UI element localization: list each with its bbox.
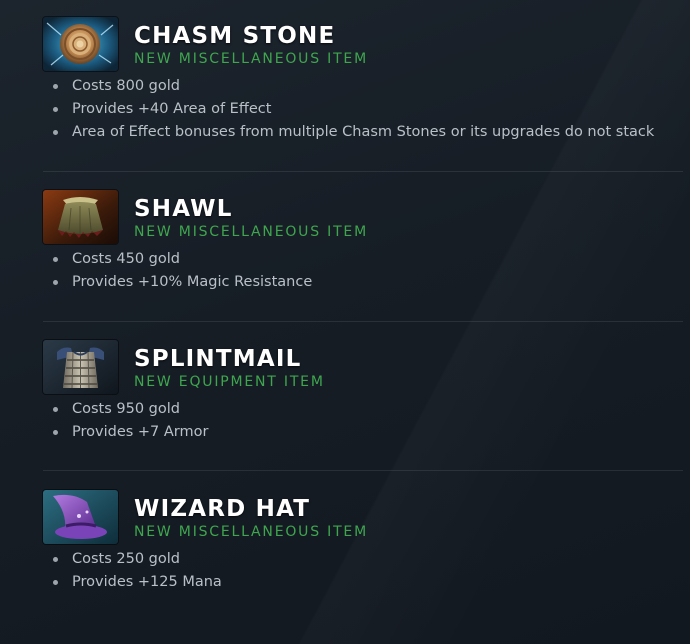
patch-notes-panel: CHASM STONE NEW MISCELLANEOUS ITEM Costs… [0,0,690,644]
divider [43,321,683,322]
item-titles: CHASM STONE NEW MISCELLANEOUS ITEM [134,17,368,68]
item-header: SPLINTMAIL NEW EQUIPMENT ITEM [43,340,683,394]
list-item: Provides +10% Magic Resistance [43,271,683,294]
list-item: Provides +125 Mana [43,571,683,594]
item-type-tag: NEW MISCELLANEOUS ITEM [134,51,368,67]
list-item: Costs 800 gold [43,75,683,98]
item-header: CHASM STONE NEW MISCELLANEOUS ITEM [43,17,683,71]
item-name: SPLINTMAIL [134,346,302,372]
divider [43,470,683,471]
item-bullet-list: Costs 800 gold Provides +40 Area of Effe… [43,75,683,144]
item-entry-wizard-hat: WIZARD HAT NEW MISCELLANEOUS ITEM Costs … [43,490,683,594]
item-type-tag: NEW MISCELLANEOUS ITEM [134,524,368,540]
list-item: Area of Effect bonuses from multiple Cha… [43,121,683,144]
list-item: Costs 450 gold [43,248,683,271]
chasm-stone-icon [43,17,118,71]
wizard-hat-icon [43,490,118,544]
list-item: Costs 950 gold [43,398,683,421]
item-bullet-list: Costs 250 gold Provides +125 Mana [43,548,683,594]
item-titles: SPLINTMAIL NEW EQUIPMENT ITEM [134,340,325,391]
item-titles: SHAWL NEW MISCELLANEOUS ITEM [134,190,368,241]
list-item: Provides +40 Area of Effect [43,98,683,121]
divider [43,171,683,172]
item-type-tag: NEW MISCELLANEOUS ITEM [134,224,368,240]
list-item: Provides +7 Armor [43,421,683,444]
item-bullet-list: Costs 950 gold Provides +7 Armor [43,398,683,444]
item-name: WIZARD HAT [134,496,311,522]
item-entry-splintmail: SPLINTMAIL NEW EQUIPMENT ITEM Costs 950 … [43,340,683,444]
item-entry-shawl: SHAWL NEW MISCELLANEOUS ITEM Costs 450 g… [43,190,683,294]
item-name: SHAWL [134,196,233,222]
item-bullet-list: Costs 450 gold Provides +10% Magic Resis… [43,248,683,294]
item-header: SHAWL NEW MISCELLANEOUS ITEM [43,190,683,244]
list-item: Costs 250 gold [43,548,683,571]
item-entry-chasm-stone: CHASM STONE NEW MISCELLANEOUS ITEM Costs… [43,17,683,144]
item-type-tag: NEW EQUIPMENT ITEM [134,374,325,390]
splintmail-icon [43,340,118,394]
item-name: CHASM STONE [134,23,336,49]
item-titles: WIZARD HAT NEW MISCELLANEOUS ITEM [134,490,368,541]
shawl-icon [43,190,118,244]
item-header: WIZARD HAT NEW MISCELLANEOUS ITEM [43,490,683,544]
